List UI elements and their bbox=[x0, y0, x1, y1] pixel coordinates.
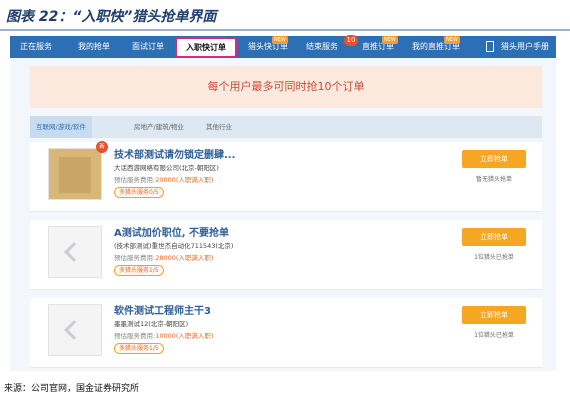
grab-status: 1位猎头已抢单 bbox=[474, 254, 514, 261]
grab-order-button[interactable]: 立即抢单 bbox=[462, 306, 526, 324]
fee-value: 20000(入职满入职) bbox=[155, 176, 214, 184]
new-badge: 新 bbox=[96, 141, 108, 153]
grab-status: 1位猎头已抢单 bbox=[474, 332, 514, 339]
industry-tabs: 互联网/游戏/软件 房地产/建筑/物业 其他行业 bbox=[30, 116, 542, 138]
job-thumbnail bbox=[48, 226, 102, 278]
multi-headhunter-tag: 多猎头服务1/5 bbox=[114, 343, 164, 354]
tab-internet-games-software[interactable]: 互联网/游戏/软件 bbox=[30, 116, 92, 138]
nav-my-orders[interactable]: 我的抢单 bbox=[74, 36, 114, 58]
job-thumbnail bbox=[48, 148, 102, 200]
estimated-fee: 预估服务费用:28000(入职满入职) bbox=[114, 252, 213, 262]
job-title[interactable]: 软件测试工程师主干3 bbox=[114, 302, 211, 317]
grab-order-button[interactable]: 立即抢单 bbox=[462, 150, 526, 168]
job-title[interactable]: 技术部测试请勿锁定删肆... bbox=[114, 146, 235, 161]
placeholder-logo-icon bbox=[64, 242, 84, 262]
fee-label: 预估服务费用: bbox=[114, 254, 156, 262]
fee-label: 预估服务费用: bbox=[114, 176, 156, 184]
new-tag: NEW bbox=[382, 36, 398, 44]
job-title[interactable]: A测试加价职位, 不要抢单 bbox=[114, 224, 229, 239]
nav-user-manual[interactable]: 猎头用户手册 bbox=[498, 36, 552, 58]
nav-serving[interactable]: 正在服务 bbox=[16, 36, 56, 58]
new-tag: NEW bbox=[272, 36, 288, 44]
nav-interview-orders[interactable]: 面试订单 bbox=[128, 36, 168, 58]
placeholder-logo-icon bbox=[64, 320, 84, 340]
estimated-fee: 预估服务费用:10000(入职满入职) bbox=[114, 330, 213, 340]
count-badge: 10 bbox=[344, 35, 358, 46]
new-tag: NEW bbox=[444, 36, 460, 44]
source-note: 来源：公司官网，国金证券研究所 bbox=[4, 384, 140, 394]
top-navigation: 正在服务 我的抢单 面试订单 入职快订单 猎头快订单 结束服务 直推订单 我的直… bbox=[10, 35, 556, 58]
app-window: 正在服务 我的抢单 面试订单 入职快订单 猎头快订单 结束服务 直推订单 我的直… bbox=[10, 35, 556, 371]
tab-real-estate[interactable]: 房地产/建筑/物业 bbox=[134, 116, 184, 138]
fee-value: 10000(入职满入职) bbox=[155, 332, 214, 340]
grab-order-button[interactable]: 立即抢单 bbox=[462, 228, 526, 246]
company-name: 大话西游网络有限公司(北京-朝阳区) bbox=[114, 164, 219, 172]
grab-status: 暂无猎头抢单 bbox=[475, 176, 512, 183]
order-card: A测试加价职位, 不要抢单 (技术部测试)重世杰自动化711543(北京) 预估… bbox=[30, 220, 542, 290]
title-divider bbox=[0, 29, 570, 31]
order-card: 软件测试工程师主干3 墨墨测试12(北京-朝阳区) 预估服务费用:10000(入… bbox=[30, 298, 542, 368]
multi-headhunter-tag: 多猎头服务0/5 bbox=[114, 187, 164, 198]
fee-value: 28000(入职满入职) bbox=[155, 254, 214, 262]
tab-other-industries[interactable]: 其他行业 bbox=[206, 116, 232, 138]
job-thumbnail bbox=[48, 304, 102, 356]
nav-ended-service[interactable]: 结束服务 bbox=[302, 36, 342, 58]
order-limit-notice: 每个用户最多可同时抢10个订单 bbox=[30, 66, 542, 108]
nav-fast-entry-orders[interactable]: 入职快订单 bbox=[175, 37, 237, 58]
order-card: 新 技术部测试请勿锁定删肆... 大话西游网络有限公司(北京-朝阳区) 预估服务… bbox=[30, 141, 542, 212]
fee-label: 预估服务费用: bbox=[114, 332, 156, 340]
company-name: 墨墨测试12(北京-朝阳区) bbox=[114, 320, 189, 328]
company-name: (技术部测试)重世杰自动化711543(北京) bbox=[114, 242, 234, 250]
estimated-fee: 预估服务费用:20000(入职满入职) bbox=[114, 174, 213, 184]
manual-icon bbox=[486, 41, 494, 52]
multi-headhunter-tag: 多猎头服务1/5 bbox=[114, 265, 164, 276]
figure-title: 图表 22：“入职快”猎头抢单界面 bbox=[6, 9, 217, 25]
